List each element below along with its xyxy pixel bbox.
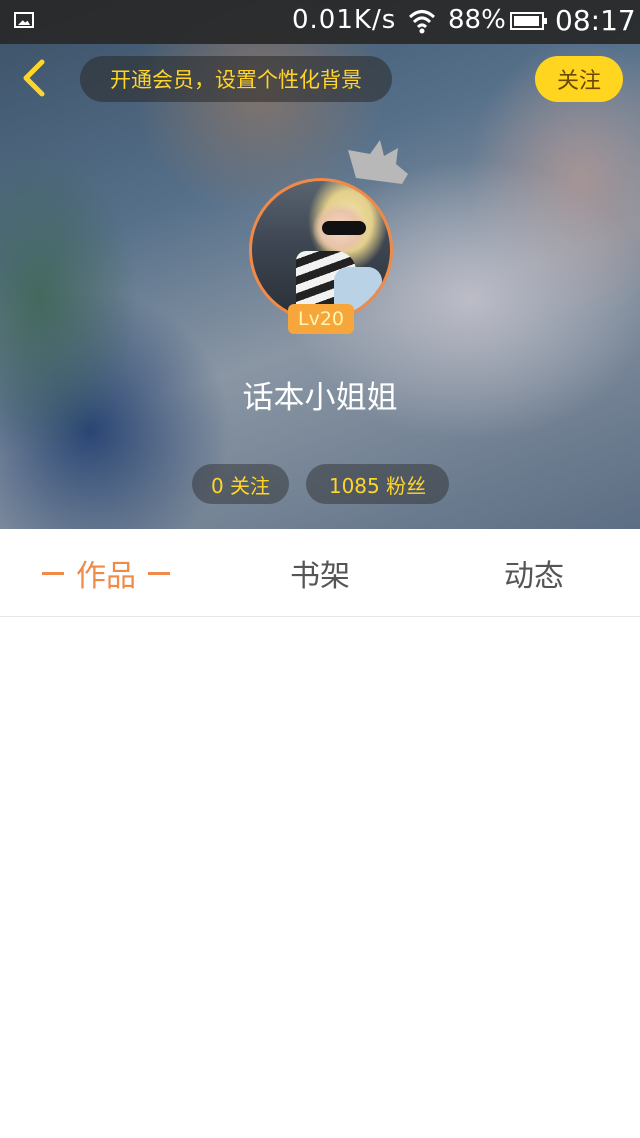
battery-percent: 88% — [448, 5, 506, 35]
level-label: Lv20 — [297, 308, 344, 330]
back-button[interactable] — [14, 56, 54, 100]
gallery-icon — [14, 12, 34, 28]
username: 话本小姐姐 — [242, 380, 398, 416]
chevron-left-icon — [23, 59, 45, 97]
vip-background-promo[interactable]: 开通会员，设置个性化背景 — [80, 56, 392, 102]
fans-count: 1085 粉丝 — [328, 473, 427, 498]
following-count-button[interactable]: 0 关注 — [192, 464, 289, 504]
clock: 08:17 — [555, 4, 636, 37]
tab-active-indicator-left — [42, 571, 64, 575]
following-count: 0 关注 — [210, 473, 271, 498]
tab-works-label: 作品 — [76, 559, 136, 594]
profile-tabs: 作品 书架 动态 — [0, 529, 640, 617]
battery-icon — [510, 12, 547, 30]
tab-bookshelf[interactable]: 书架 — [250, 529, 390, 617]
wifi-icon — [408, 10, 436, 34]
status-bar: 0.01K/s 88% 08:17 — [0, 0, 640, 44]
fans-count-button[interactable]: 1085 粉丝 — [306, 464, 449, 504]
level-badge: Lv20 — [288, 304, 354, 334]
promo-text: 开通会员，设置个性化背景 — [110, 68, 362, 92]
tab-works[interactable]: 作品 — [30, 529, 182, 617]
tab-active-indicator-right — [148, 571, 170, 575]
tab-content-area — [0, 618, 640, 1138]
network-speed: 0.01K/s — [292, 5, 397, 35]
tab-bookshelf-label: 书架 — [290, 559, 350, 594]
avatar[interactable] — [249, 178, 393, 322]
tab-activity-label: 动态 — [504, 559, 564, 594]
follow-button[interactable]: 关注 — [535, 56, 623, 102]
profile-header: 0.01K/s 88% 08:17 开通会员，设置个性化背景 关注 Lv20 话… — [0, 0, 640, 529]
follow-button-label: 关注 — [556, 69, 601, 94]
tab-activity[interactable]: 动态 — [464, 529, 604, 617]
